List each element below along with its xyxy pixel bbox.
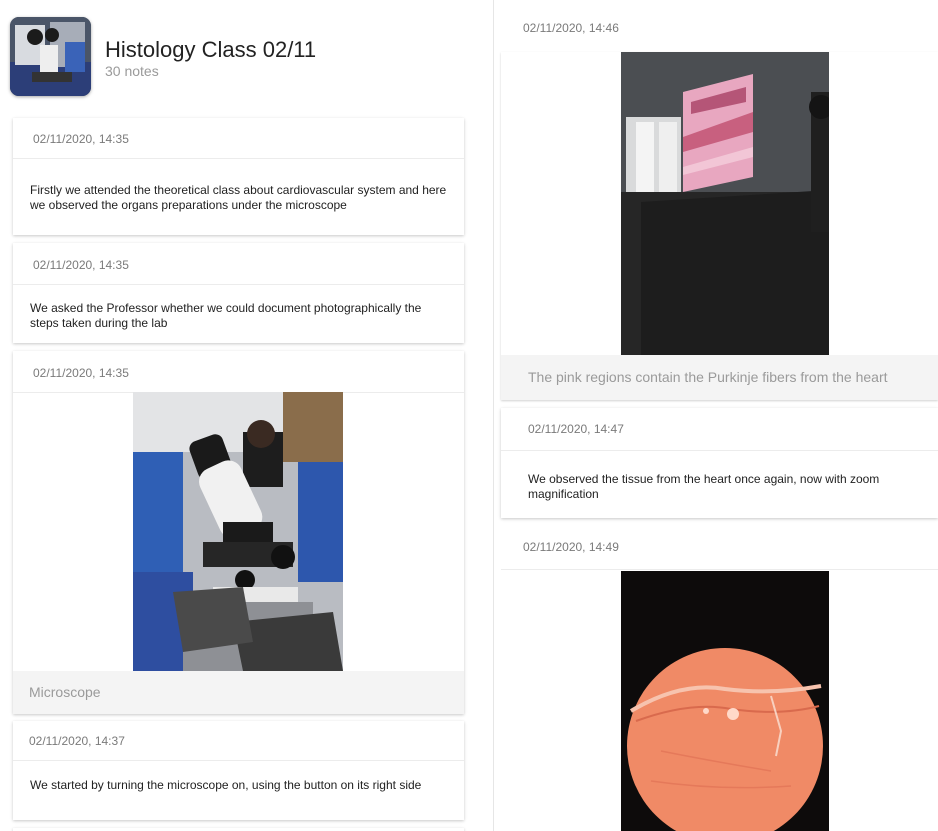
note-text: Firstly we attended the theoretical clas… — [30, 183, 447, 212]
notes-column-left: Histology Class 02/11 30 notes 02/11/202… — [0, 0, 493, 831]
divider — [13, 760, 464, 761]
note-timestamp: 02/11/2020, 14:35 — [33, 366, 129, 380]
note-timestamp: 02/11/2020, 14:49 — [523, 540, 619, 554]
note-timestamp: 02/11/2020, 14:35 — [33, 132, 129, 146]
divider — [501, 450, 938, 451]
caption-text: Microscope — [29, 684, 101, 700]
photo-note-card[interactable]: The pink regions contain the Purkinje fi… — [501, 52, 938, 400]
note-timestamp: 02/11/2020, 14:35 — [33, 258, 129, 272]
divider — [13, 158, 464, 159]
notebook-title: Histology Class 02/11 — [105, 37, 317, 62]
note-timestamp: 02/11/2020, 14:37 — [29, 734, 125, 748]
note-card[interactable]: 02/11/2020, 14:47 We observed the tissue… — [501, 408, 938, 518]
divider — [13, 284, 464, 285]
microscope-photo[interactable] — [133, 392, 343, 671]
caption-text: The pink regions contain the Purkinje fi… — [528, 369, 888, 385]
projected-slide-photo[interactable] — [621, 52, 829, 355]
photo-note-card[interactable]: 02/11/2020, 14:35 Microscope — [13, 351, 464, 714]
photo-caption: Microscope — [13, 671, 464, 714]
notebook-header: Histology Class 02/11 30 notes — [10, 17, 480, 99]
notes-column-right: 02/11/2020, 14:46 The pink regions conta… — [495, 0, 938, 831]
note-card[interactable]: 02/11/2020, 14:35 Firstly we attended th… — [13, 118, 464, 235]
micrograph-photo[interactable] — [621, 571, 829, 831]
note-text: We started by turning the microscope on,… — [30, 778, 422, 792]
note-text: We asked the Professor whether we could … — [30, 301, 422, 330]
photo-caption: The pink regions contain the Purkinje fi… — [501, 355, 938, 400]
note-timestamp: 02/11/2020, 14:46 — [523, 21, 619, 35]
notebook-cover-image[interactable] — [10, 17, 91, 96]
photo-note-card[interactable] — [501, 570, 938, 831]
note-text: We observed the tissue from the heart on… — [528, 472, 880, 501]
notes-count: 30 notes — [105, 63, 159, 79]
column-divider — [493, 0, 494, 831]
note-card[interactable]: 02/11/2020, 14:37 We started by turning … — [13, 721, 464, 820]
note-timestamp: 02/11/2020, 14:47 — [528, 422, 624, 436]
note-card[interactable]: 02/11/2020, 14:35 We asked the Professor… — [13, 243, 464, 343]
